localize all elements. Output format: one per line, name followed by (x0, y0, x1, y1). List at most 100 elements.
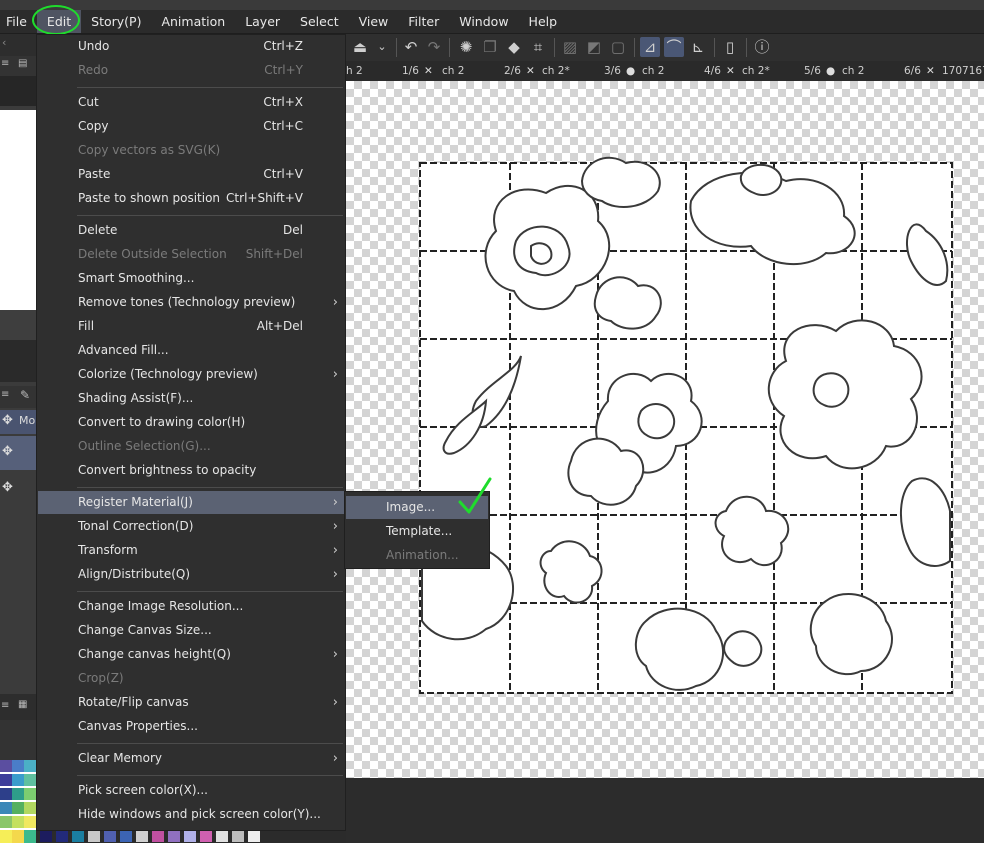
menu-item-label: Shading Assist(F)... (78, 391, 194, 405)
subtool-item[interactable]: ✥ (0, 474, 36, 504)
menu-item-delete[interactable]: Delete Del (38, 219, 344, 242)
selection-clear-icon[interactable]: ▨ (560, 37, 580, 57)
menu-item-change-canvas-height[interactable]: Change canvas height(Q) › (38, 643, 344, 666)
chevron-down-icon[interactable]: ⌄ (372, 37, 392, 57)
tab-page-2[interactable]: ch 2 2/6 ✕ (442, 61, 535, 81)
menu-item-convert-drawing-color[interactable]: Convert to drawing color(H) (38, 411, 344, 434)
menu-icon[interactable]: ≡ (1, 389, 9, 400)
menu-item-copy-vectors-svg[interactable]: Copy vectors as SVG(K) (38, 139, 344, 162)
stamp-icon[interactable]: ⏏ (350, 37, 370, 57)
menu-item-paste[interactable]: Paste Ctrl+V (38, 163, 344, 186)
menu-item-label: Redo (78, 63, 109, 77)
menu-item-advanced-fill[interactable]: Advanced Fill... (38, 339, 344, 362)
submenu-item-image[interactable]: Image... (346, 496, 488, 519)
menu-story[interactable]: Story(P) (81, 10, 151, 33)
close-icon[interactable]: ✕ (424, 61, 433, 81)
menu-item-change-image-resolution[interactable]: Change Image Resolution... (38, 595, 344, 618)
menu-layer[interactable]: Layer (235, 10, 290, 33)
unsaved-dot-icon[interactable]: ● (826, 61, 835, 81)
unsaved-dot-icon[interactable]: ● (626, 61, 635, 81)
menu-item-undo[interactable]: Undo Ctrl+Z (38, 35, 344, 58)
selection-invert-icon[interactable]: ◩ (584, 37, 604, 57)
menu-animation[interactable]: Animation (151, 10, 235, 33)
loading-icon[interactable]: ✺ (456, 37, 476, 57)
crop-icon[interactable]: ⌗ (528, 37, 548, 57)
menu-icon[interactable]: ≡ (1, 700, 9, 711)
tab-label: 1707167 (942, 65, 984, 77)
menu-item-outline-selection[interactable]: Outline Selection(G)... (38, 435, 344, 458)
menu-item-remove-tones[interactable]: Remove tones (Technology preview) › (38, 291, 344, 314)
menu-item-smart-smoothing[interactable]: Smart Smoothing... (38, 267, 344, 290)
menu-edit[interactable]: Edit (36, 10, 82, 33)
chevron-left-icon[interactable]: ‹ (2, 36, 6, 49)
tab-page-6[interactable]: ch 2 6/6 ✕ (842, 61, 935, 81)
menu-item-hide-windows-pick-color[interactable]: Hide windows and pick screen color(Y)... (38, 803, 344, 826)
grid-snap-icon[interactable]: ⊾ (688, 37, 708, 57)
copy-layer-icon[interactable]: ❐ (480, 37, 500, 57)
canvas-artwork (419, 156, 953, 694)
menu-item-transform[interactable]: Transform › (38, 539, 344, 562)
tab-label: ch 2* (742, 65, 770, 77)
menu-item-tonal-correction[interactable]: Tonal Correction(D) › (38, 515, 344, 538)
tab-page-3[interactable]: ch 2* 3/6 ● (542, 61, 635, 81)
menu-item-delete-outside-selection[interactable]: Delete Outside Selection Shift+Del (38, 243, 344, 266)
subtool-move-item[interactable]: ✥ Mo (0, 410, 36, 434)
menu-item-label: Rotate/Flip canvas (78, 695, 189, 709)
chevron-right-icon: › (332, 543, 338, 558)
menu-item-change-canvas-size[interactable]: Change Canvas Size... (38, 619, 344, 642)
menu-icon[interactable]: ≡ (1, 58, 9, 69)
menu-help[interactable]: Help (519, 10, 568, 33)
menu-item-paste-shown-position[interactable]: Paste to shown position Ctrl+Shift+V (38, 187, 344, 210)
menu-item-cut[interactable]: Cut Ctrl+X (38, 91, 344, 114)
menu-item-shortcut: Del (283, 223, 303, 237)
menu-item-shortcut: Alt+Del (256, 319, 303, 333)
undo-icon[interactable]: ↶ (401, 37, 421, 57)
chevron-right-icon: › (332, 367, 338, 382)
tab-status: 5/6 (804, 65, 821, 77)
tab-page-4[interactable]: ch 2 4/6 ✕ (642, 61, 735, 81)
menu-item-pick-screen-color[interactable]: Pick screen color(X)... (38, 779, 344, 802)
menu-item-shading-assist[interactable]: Shading Assist(F)... (38, 387, 344, 410)
palette-icon[interactable]: ▦ (18, 699, 27, 710)
menu-window[interactable]: Window (449, 10, 518, 33)
subtool-item[interactable]: ✥ (0, 436, 36, 470)
tab-page-7[interactable]: 1707167 (942, 61, 984, 81)
device-icon[interactable]: ▯ (720, 37, 740, 57)
menu-file[interactable]: File (0, 10, 37, 33)
close-icon[interactable]: ✕ (526, 61, 535, 81)
menu-view[interactable]: View (349, 10, 399, 33)
help-icon[interactable]: ⓘ (752, 37, 772, 57)
tab-page-1[interactable]: h 2 1/6 ✕ (346, 61, 433, 81)
tab-page-5[interactable]: ch 2* 5/6 ● (742, 61, 835, 81)
menu-item-crop[interactable]: Crop(Z) (38, 667, 344, 690)
menu-item-align-distribute[interactable]: Align/Distribute(Q) › (38, 563, 344, 586)
menu-item-label: Animation... (386, 548, 459, 562)
selection-border-icon[interactable]: ▢ (608, 37, 628, 57)
menu-item-label: Pick screen color(X)... (78, 783, 208, 797)
menu-item-rotate-flip-canvas[interactable]: Rotate/Flip canvas › (38, 691, 344, 714)
menu-item-label: Paste to shown position (78, 191, 221, 205)
menu-item-fill[interactable]: Fill Alt+Del (38, 315, 344, 338)
submenu-item-animation[interactable]: Animation... (346, 544, 488, 567)
menu-item-canvas-properties[interactable]: Canvas Properties... (38, 715, 344, 738)
close-icon[interactable]: ✕ (926, 61, 935, 81)
submenu-item-template[interactable]: Template... (346, 520, 488, 543)
chevron-right-icon: › (332, 647, 338, 662)
redo-icon[interactable]: ↷ (424, 37, 444, 57)
canvas-area[interactable] (346, 81, 984, 778)
menu-item-copy[interactable]: Copy Ctrl+C (38, 115, 344, 138)
menu-filter[interactable]: Filter (398, 10, 449, 33)
menu-item-colorize[interactable]: Colorize (Technology preview) › (38, 363, 344, 386)
panel-icon[interactable]: ▤ (18, 58, 27, 69)
menu-select[interactable]: Select (290, 10, 349, 33)
ruler-snap-icon[interactable]: ⊿ (640, 37, 660, 57)
special-ruler-snap-icon[interactable]: ⌒ (664, 37, 684, 57)
menu-item-brightness-to-opacity[interactable]: Convert brightness to opacity (38, 459, 344, 482)
menu-item-clear-memory[interactable]: Clear Memory › (38, 747, 344, 770)
fill-icon[interactable]: ◆ (504, 37, 524, 57)
brush-icon[interactable]: ✎ (20, 388, 30, 402)
menu-item-register-material[interactable]: Register Material(J) › (38, 491, 344, 514)
menu-item-redo[interactable]: Redo Ctrl+Y (38, 59, 344, 82)
close-icon[interactable]: ✕ (726, 61, 735, 81)
color-set-header: ≡ ▦ (0, 694, 36, 720)
